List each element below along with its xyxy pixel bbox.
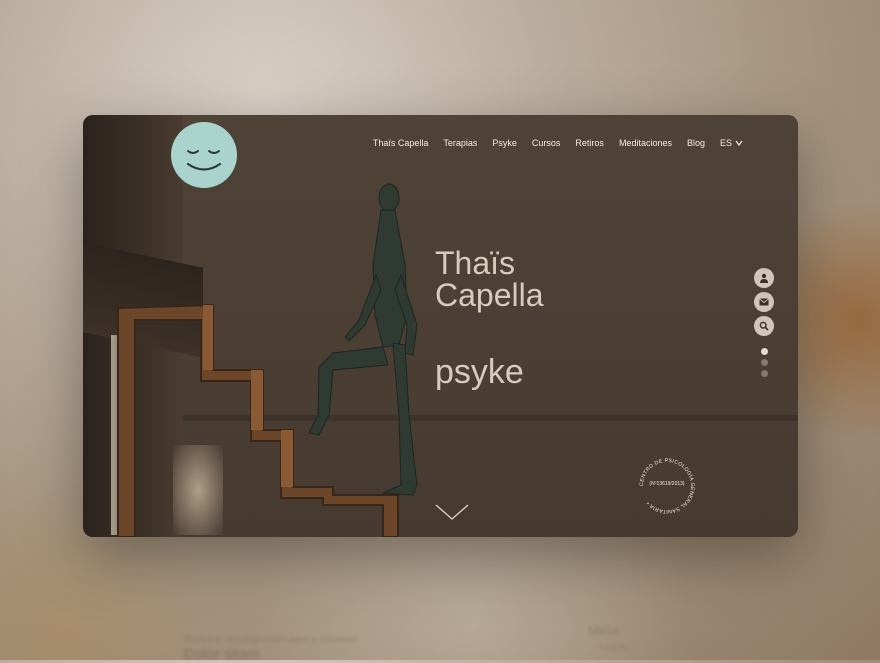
language-label: ES — [719, 138, 732, 148]
scroll-down-chevron-icon[interactable] — [434, 502, 470, 522]
nav-item-thais-capella[interactable]: Thaïs Capella — [373, 138, 429, 148]
search-button[interactable] — [754, 316, 774, 336]
post-title: Dolor sitam — [184, 646, 260, 663]
nav-item-meditaciones[interactable]: Meditaciones — [619, 138, 672, 148]
pager-dot-3[interactable] — [761, 370, 768, 377]
language-selector[interactable]: ES — [720, 138, 743, 148]
search-icon — [759, 321, 769, 331]
hero-title: Thaïs Capella — [435, 247, 544, 311]
smiley-face-icon — [186, 150, 222, 171]
account-button[interactable] — [754, 268, 774, 288]
post-meta: Posted in Uncategorized Leave a comment — [184, 634, 357, 644]
mail-icon — [759, 298, 769, 306]
certification-seal: CENTRO DE PSICOLOGÍA GENERAL SANITARIA •… — [636, 455, 698, 517]
nav-item-cursos[interactable]: Cursos — [532, 138, 561, 148]
side-actions — [754, 268, 774, 336]
pager-dot-2[interactable] — [761, 359, 768, 366]
contact-button[interactable] — [754, 292, 774, 312]
meta-widget-item: Log in — [600, 642, 628, 653]
nav-item-terapias[interactable]: Terapias — [443, 138, 477, 148]
seal-number: (Nº13619/2013) — [649, 481, 685, 487]
pager-dot-1[interactable] — [761, 348, 768, 355]
hero-card: Thaïs Capella Terapias Psyke Cursos Reti… — [83, 115, 798, 537]
hero-subtitle: psyke — [435, 353, 524, 391]
smiley-logo[interactable] — [171, 122, 237, 188]
hero-title-line-2: Capella — [435, 277, 544, 313]
main-nav: Thaïs Capella Terapias Psyke Cursos Reti… — [373, 138, 743, 148]
user-icon — [760, 273, 768, 283]
meta-widget-title: Meta — [588, 622, 620, 638]
nav-item-retiros[interactable]: Retiros — [575, 138, 604, 148]
slide-pager — [761, 348, 768, 377]
nav-item-psyke[interactable]: Psyke — [492, 138, 517, 148]
hero-title-line-1: Thaïs — [435, 245, 516, 281]
nav-item-blog[interactable]: Blog — [687, 138, 705, 148]
chevron-down-icon — [735, 140, 743, 146]
